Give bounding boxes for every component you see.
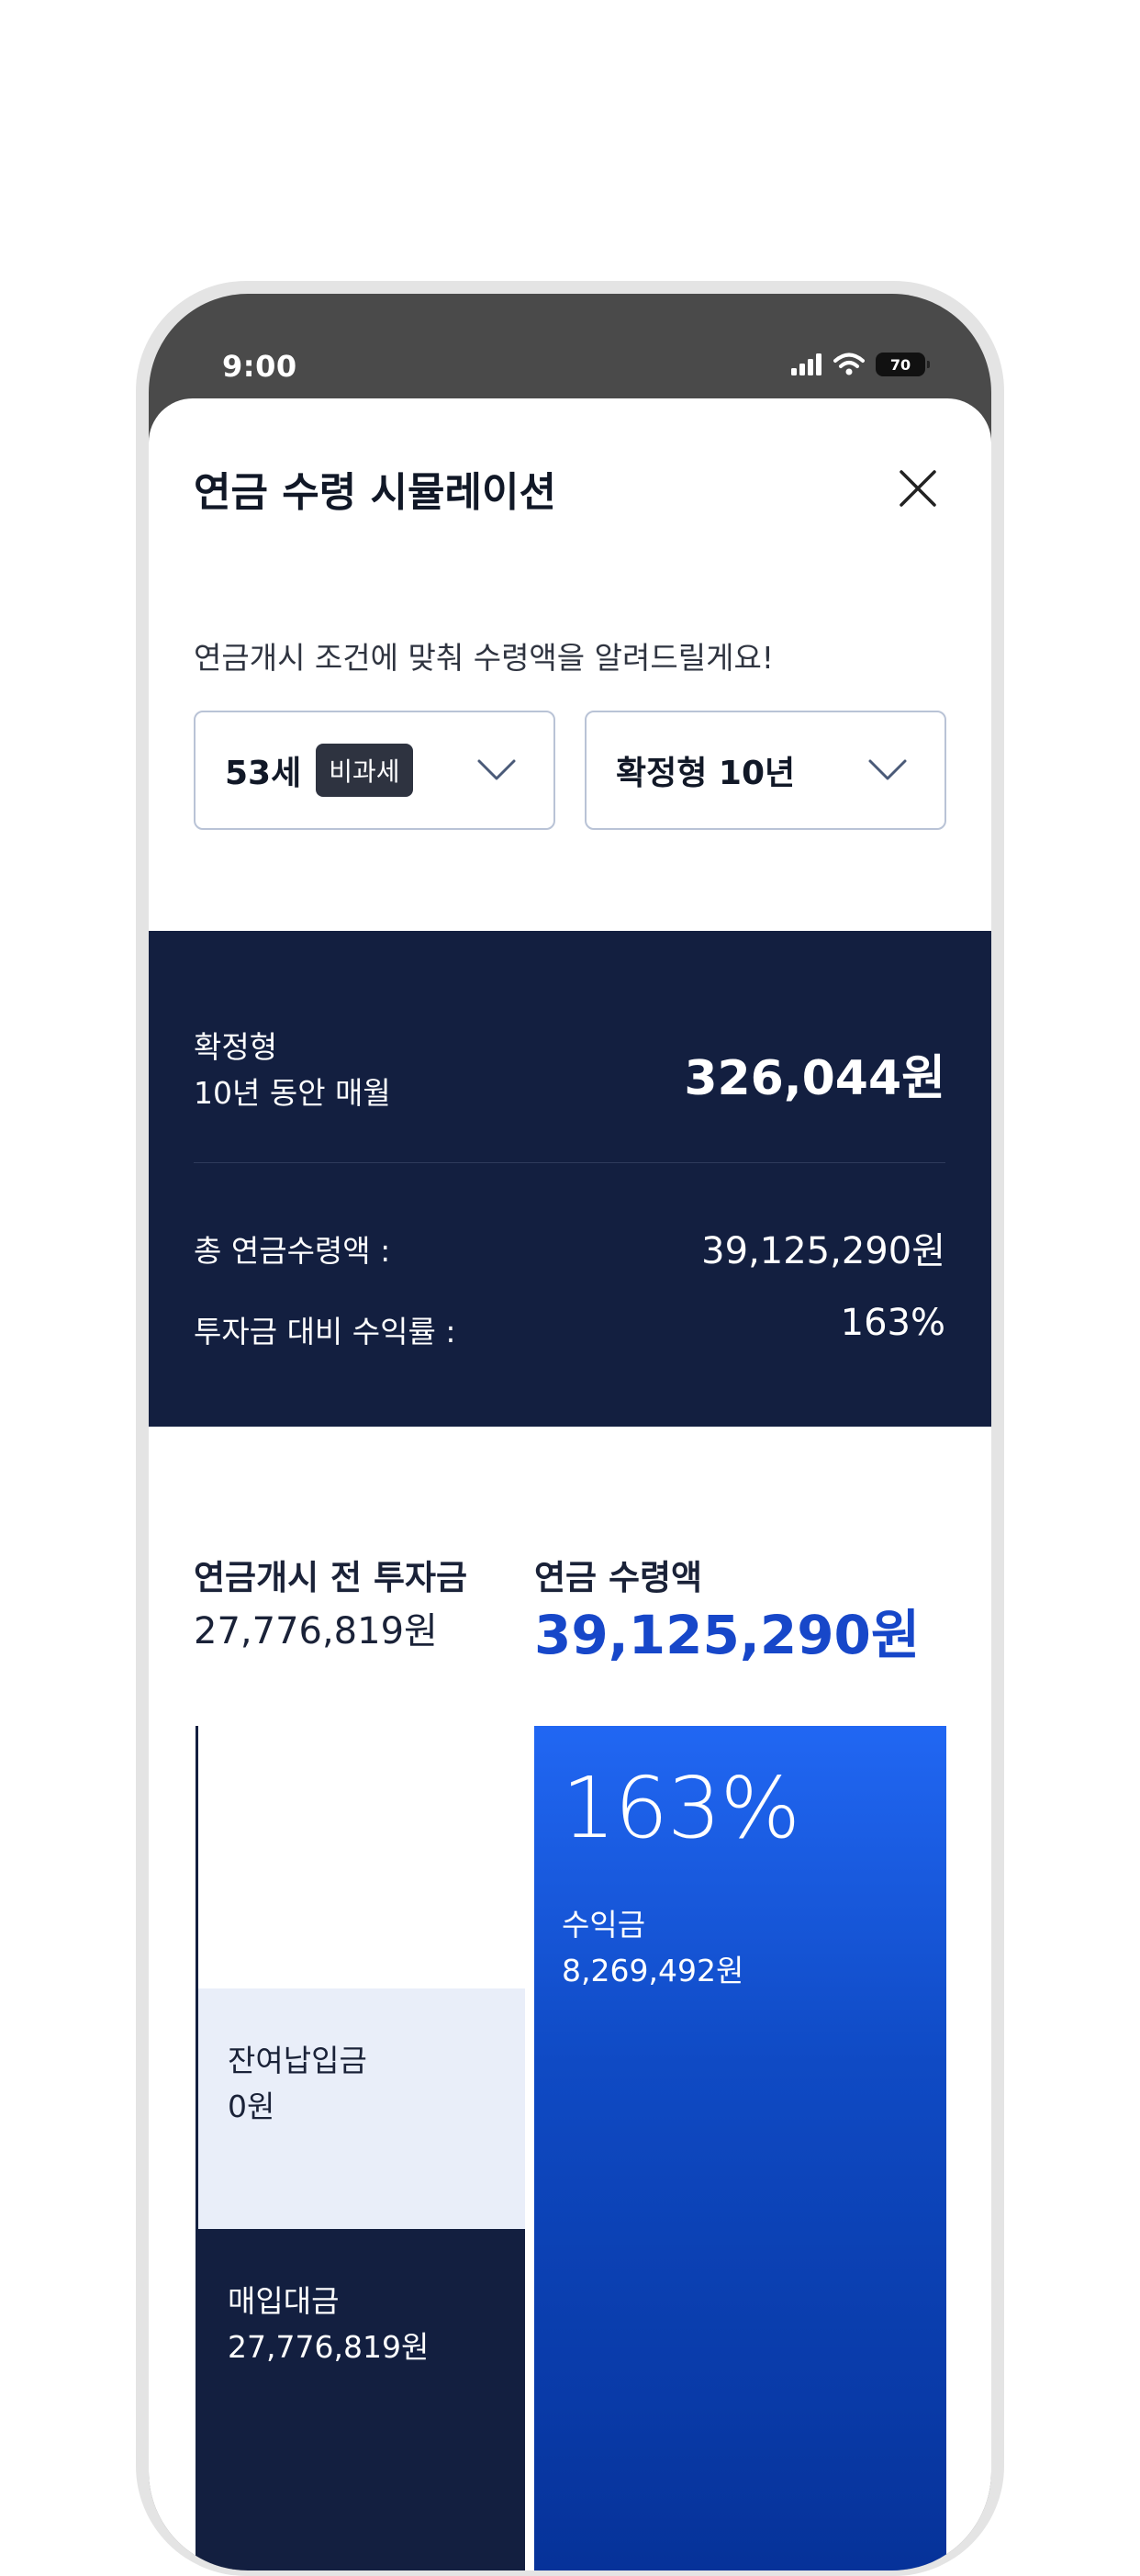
payout-type-value: 확정형 10년	[616, 755, 796, 792]
signal-icon	[791, 353, 821, 375]
profit-value: 8,269,492원	[562, 1953, 744, 1988]
summary-divider	[194, 1162, 945, 1163]
total-payout-label: 총 연금수령액 :	[194, 1233, 391, 1269]
simulation-sheet: 연금 수령 시뮬레이션 연금개시 조건에 맞춰 수령액을 알려드릴게요! 53세…	[149, 398, 991, 2570]
sheet-title: 연금 수령 시뮬레이션	[194, 469, 556, 516]
status-bar: 9:00 70	[149, 294, 991, 398]
chevron-down-icon	[868, 759, 907, 780]
sheet-subtitle: 연금개시 조건에 맞춰 수령액을 알려드릴게요!	[194, 640, 775, 676]
phone-screen: 9:00 70 연금 수령 시뮬레이션 연금개시 조건에 맞춰 수령액을 알려드…	[149, 294, 991, 2570]
remaining-payment-text: 잔여납입금 0원	[228, 2038, 367, 2130]
return-percent-label: 163%	[562, 1759, 800, 1857]
age-select[interactable]: 53세 비과세	[194, 711, 555, 830]
purchase-amount-value: 27,776,819원	[228, 2329, 430, 2365]
payout-type-select[interactable]: 확정형 10년	[585, 711, 946, 830]
purchase-amount-text: 매입대금 27,776,819원	[228, 2279, 429, 2370]
battery-icon: 70	[876, 353, 930, 376]
age-select-value: 53세	[225, 755, 302, 792]
payout-amount-value: 39,125,290원	[534, 1604, 921, 1666]
profit-label: 수익금	[562, 1907, 646, 1943]
bar-segment-remaining-payment: 잔여납입금 0원	[198, 1988, 525, 2229]
return-rate-label: 투자금 대비 수익률 :	[194, 1314, 456, 1350]
chevron-down-icon	[477, 759, 516, 780]
close-icon[interactable]	[896, 466, 940, 510]
remaining-payment-label: 잔여납입금	[228, 2043, 367, 2078]
summary-period: 10년 동안 매월	[194, 1075, 391, 1111]
remaining-payment-value: 0원	[228, 2089, 275, 2124]
status-time: 9:00	[222, 349, 297, 384]
status-icons: 70	[791, 351, 930, 378]
before-investment-value: 27,776,819원	[194, 1610, 438, 1652]
wifi-icon	[833, 353, 865, 375]
monthly-amount: 326,044원	[684, 1051, 945, 1106]
payout-summary-panel: 확정형 10년 동안 매월 326,044원 총 연금수령액 : 39,125,…	[149, 931, 991, 1427]
profit-text: 수익금 8,269,492원	[562, 1902, 743, 1994]
tax-free-badge: 비과세	[316, 744, 413, 797]
purchase-amount-label: 매입대금	[228, 2283, 340, 2319]
summary-type: 확정형	[194, 1029, 278, 1065]
total-payout-value: 39,125,290원	[701, 1230, 945, 1272]
return-rate-value: 163%	[840, 1302, 945, 1344]
summary-type-label: 확정형 10년 동안 매월	[194, 1025, 391, 1116]
bar-segment-profit: 163% 수익금 8,269,492원	[534, 1726, 946, 2570]
bar-segment-purchase-amount: 매입대금 27,776,819원	[198, 2229, 525, 2570]
before-investment-label: 연금개시 전 투자금	[194, 1558, 468, 1597]
